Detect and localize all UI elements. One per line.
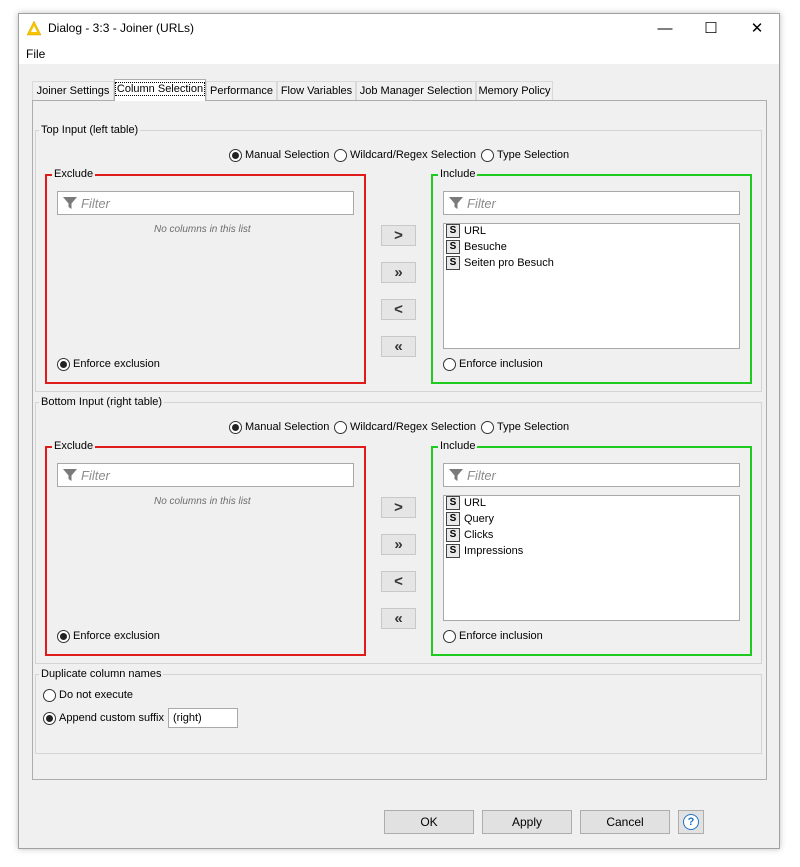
column-name: Seiten pro Besuch [464,257,554,269]
bottom-exclude-title: Exclude [52,440,96,452]
top-include-title: Include [438,168,478,180]
top-add-button[interactable]: > [381,225,416,246]
tab-flow-variables[interactable]: Flow Variables [277,81,356,100]
bottom-remove-all-button[interactable]: « [381,608,416,629]
column-name: Query [464,513,494,525]
bottom-enforce-inclusion-label[interactable]: Enforce inclusion [459,630,543,642]
list-item[interactable]: S Seiten pro Besuch [446,256,554,272]
tab-label: Performance [210,85,273,97]
append-suffix-label[interactable]: Append custom suffix [59,712,164,724]
bottom-mode-manual-label[interactable]: Manual Selection [245,421,329,433]
top-mode-manual-label[interactable]: Manual Selection [245,149,329,161]
filter-icon [448,467,464,483]
column-name: Impressions [464,545,524,557]
string-type-icon: S [446,240,460,255]
bottom-add-button[interactable]: > [381,497,416,518]
column-name: Clicks [464,529,494,541]
list-item[interactable]: S URL [446,496,486,512]
column-name: URL [464,497,487,509]
top-mode-wildcard-label[interactable]: Wildcard/Regex Selection [350,149,476,161]
tab-performance[interactable]: Performance [206,81,277,100]
tab-column-selection[interactable]: Column Selection [114,79,206,101]
bottom-mode-type-label[interactable]: Type Selection [497,421,569,433]
top-input-title: Top Input (left table) [39,124,141,136]
top-mode-type-label[interactable]: Type Selection [497,149,569,161]
help-icon: ? [683,814,699,830]
top-mode-type-radio[interactable] [481,149,494,162]
column-name: URL [464,225,487,237]
cancel-button[interactable]: Cancel [580,810,670,834]
filter-icon [62,195,78,211]
top-enforce-inclusion-radio[interactable] [443,358,456,371]
bottom-exclude-empty-text: No columns in this list [154,496,251,507]
warning-icon [26,20,42,36]
string-type-icon: S [446,256,460,271]
window-title: Dialog - 3:3 - Joiner (URLs) [48,21,195,35]
column-name: Besuche [464,241,507,253]
bottom-mode-type-radio[interactable] [481,421,494,434]
bottom-input-title: Bottom Input (right table) [39,396,165,408]
tab-label: Job Manager Selection [359,85,473,97]
duplicate-columns-title: Duplicate column names [39,668,164,680]
filter-icon [62,467,78,483]
top-remove-button[interactable]: < [381,299,416,320]
close-button[interactable]: ✕ [734,14,780,44]
menu-file[interactable]: File [26,47,45,61]
help-button[interactable]: ? [678,810,704,834]
bottom-enforce-inclusion-radio[interactable] [443,630,456,643]
tab-label: Column Selection [114,82,206,96]
tab-label: Joiner Settings [36,85,110,97]
string-type-icon: S [446,512,460,527]
top-mode-wildcard-radio[interactable] [334,149,347,162]
list-item[interactable]: S Query [446,512,494,528]
top-mode-manual-radio[interactable] [229,149,242,162]
tab-memory-policy[interactable]: Memory Policy [476,81,553,100]
string-type-icon: S [446,224,460,239]
string-type-icon: S [446,544,460,559]
top-enforce-exclusion-label[interactable]: Enforce exclusion [73,358,160,370]
string-type-icon: S [446,496,460,511]
bottom-mode-manual-radio[interactable] [229,421,242,434]
bottom-remove-button[interactable]: < [381,571,416,592]
suffix-input[interactable]: (right) [168,708,238,728]
bottom-mode-wildcard-label[interactable]: Wildcard/Regex Selection [350,421,476,433]
maximize-button[interactable]: ☐ [688,14,734,44]
top-include-filter-placeholder: Filter [467,196,496,211]
list-item[interactable]: S Impressions [446,544,523,560]
filter-icon [448,195,464,211]
ok-button[interactable]: OK [384,810,474,834]
bottom-enforce-exclusion-radio[interactable] [57,630,70,643]
list-item[interactable]: S Clicks [446,528,493,544]
bottom-add-all-button[interactable]: » [381,534,416,555]
bottom-include-title: Include [438,440,478,452]
top-remove-all-button[interactable]: « [381,336,416,357]
list-item[interactable]: S Besuche [446,240,507,256]
top-exclude-empty-text: No columns in this list [154,224,251,235]
tab-joiner-settings[interactable]: Joiner Settings [32,81,114,100]
list-item[interactable]: S URL [446,224,486,240]
top-exclude-filter-placeholder: Filter [81,196,110,211]
top-enforce-inclusion-label[interactable]: Enforce inclusion [459,358,543,370]
string-type-icon: S [446,528,460,543]
minimize-button[interactable]: — [642,14,688,44]
bottom-exclude-filter-placeholder: Filter [81,468,110,483]
top-add-all-button[interactable]: » [381,262,416,283]
top-enforce-exclusion-radio[interactable] [57,358,70,371]
do-not-execute-label[interactable]: Do not execute [59,689,133,701]
menu-bar [19,44,779,64]
append-suffix-radio[interactable] [43,712,56,725]
tab-label: Flow Variables [280,85,353,97]
bottom-include-filter-placeholder: Filter [467,468,496,483]
bottom-mode-wildcard-radio[interactable] [334,421,347,434]
tab-label: Memory Policy [478,85,551,97]
apply-button[interactable]: Apply [482,810,572,834]
tab-job-manager-selection[interactable]: Job Manager Selection [356,81,476,100]
bottom-enforce-exclusion-label[interactable]: Enforce exclusion [73,630,160,642]
do-not-execute-radio[interactable] [43,689,56,702]
top-exclude-title: Exclude [52,168,96,180]
